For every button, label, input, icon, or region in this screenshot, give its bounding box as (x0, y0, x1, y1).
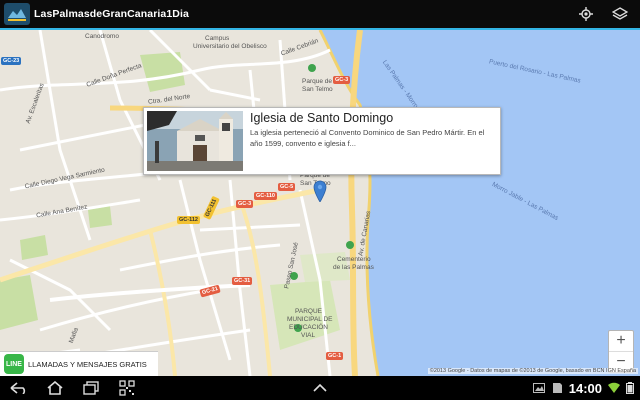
map-label: EDUCACIÓN (289, 324, 329, 331)
road-shield: GC-3 (236, 200, 254, 208)
action-bar: LasPalmasdeGranCanaria1Dia (0, 0, 640, 28)
my-location-icon (579, 7, 593, 21)
app-icon[interactable] (4, 3, 30, 25)
layers-button[interactable] (610, 4, 630, 24)
road-shield: GC-110 (254, 192, 277, 200)
zoom-controls: + − (608, 330, 634, 373)
road-shield: GC-3 (333, 76, 351, 84)
app-title: LasPalmasdeGranCanaria1Dia (34, 8, 189, 20)
place-photo (147, 111, 243, 171)
back-icon (10, 382, 26, 394)
map-label: Cementerio (337, 256, 371, 263)
map-label: San Telmo (302, 86, 333, 93)
road-shield: GC-112 (177, 216, 200, 224)
qr-icon (119, 380, 135, 396)
chevron-up-icon (313, 383, 327, 392)
sdcard-notification-icon (552, 383, 562, 393)
home-icon (47, 381, 63, 395)
church-photo-icon (147, 111, 243, 171)
map-label: Canodromo (85, 33, 119, 40)
my-location-button[interactable] (576, 4, 596, 24)
battery-icon (626, 382, 634, 394)
map-view[interactable]: Canodromo Campus Universitario del Obeli… (0, 30, 640, 376)
road-shield: GC-1 (326, 352, 344, 360)
recents-icon (83, 381, 99, 395)
road-shield: GC-5 (278, 183, 296, 191)
home-button[interactable] (42, 378, 68, 398)
map-label: Universitario del Obelisco (193, 43, 267, 50)
map-label: VIAL (301, 332, 316, 339)
map-label: Campus (205, 35, 230, 42)
place-info-window[interactable]: Iglesia de Santo Domingo La iglesia pert… (143, 107, 501, 175)
status-clock: 14:00 (568, 380, 602, 396)
place-title: Iglesia de Santo Domingo (250, 111, 394, 125)
map-marker[interactable] (313, 180, 327, 203)
road-shield: GC-31 (232, 277, 253, 285)
layers-icon (612, 7, 628, 20)
map-label: Parque de (302, 78, 332, 85)
zoom-in-button[interactable]: + (609, 331, 633, 351)
road-shield: GC-23 (1, 57, 22, 65)
map-pin-icon (313, 180, 327, 203)
recents-button[interactable] (78, 378, 104, 398)
map-label: PARQUE (295, 308, 322, 315)
system-nav-bar: 14:00 (0, 376, 640, 400)
wifi-icon (608, 382, 620, 393)
gallery-notification-icon (532, 383, 545, 393)
menu-up-button[interactable] (307, 378, 333, 398)
map-label: MUNICIPAL DE (287, 316, 333, 323)
place-description: La iglesia perteneció al Convento Domini… (250, 128, 485, 148)
map-label: de las Palmas (333, 264, 374, 271)
map-attribution: ©2013 Google - Datos de mapas de ©2013 d… (427, 368, 638, 374)
ad-text: LLAMADAS Y MENSAJES GRATIS (28, 359, 147, 369)
line-app-icon: LINE (4, 354, 24, 374)
qr-button[interactable] (114, 378, 140, 398)
ad-banner[interactable]: LINE LLAMADAS Y MENSAJES GRATIS (0, 351, 158, 376)
app-logo-icon (6, 5, 28, 23)
back-button[interactable] (6, 378, 32, 398)
